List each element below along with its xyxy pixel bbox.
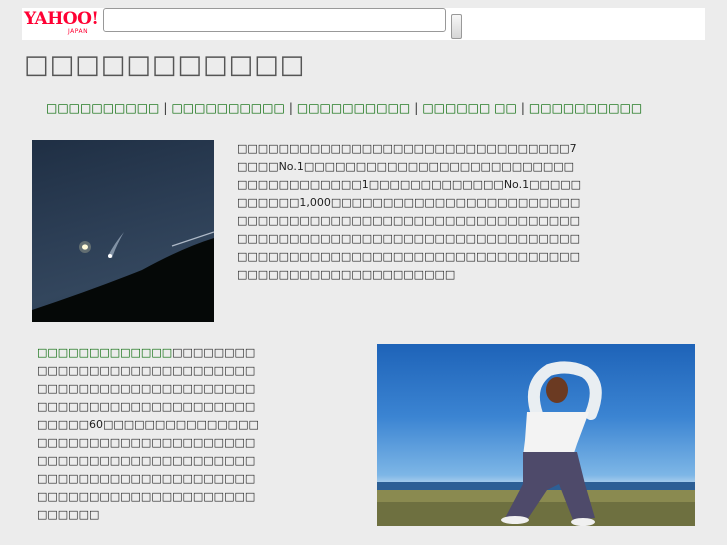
detail-link[interactable]: □□□□□□□□□□□□□ (37, 346, 172, 359)
search-input[interactable] (103, 8, 446, 32)
nav-link-2[interactable]: □□□□□□□□□□ (171, 101, 284, 115)
night-sky-image (32, 140, 214, 322)
stretching-person-photo (377, 344, 695, 526)
nav-separator: | (163, 101, 168, 115)
nav-separator: | (414, 101, 419, 115)
search-button[interactable] (451, 14, 462, 39)
nav-link-4[interactable]: □□□□□□ □□ (422, 101, 517, 115)
nav-separator: | (520, 101, 525, 115)
yahoo-logo-text: YAHOO! (24, 9, 99, 29)
detail-text: □□□□□□□□□□□□□□□□□□□□□□□□□□□□□□□□□□□□□□□□… (37, 346, 259, 521)
intro-paragraph: □□□□□□□□□□□□□□□□□□□□□□□□□□□□□□□□7□□□□No.… (237, 142, 582, 281)
yahoo-toolbar: YAHOO! JAPAN (22, 8, 705, 40)
nav-separator: | (288, 101, 293, 115)
yahoo-logo-sub: JAPAN (68, 28, 89, 35)
yahoo-logo[interactable]: YAHOO! JAPAN (24, 9, 100, 36)
nav-link-1[interactable]: □□□□□□□□□□ (46, 101, 159, 115)
nav-link-5[interactable]: □□□□□□□□□□ (529, 101, 642, 115)
page-title: □□□□□□□□□□□ (24, 50, 306, 80)
nav-links: □□□□□□□□□□ | □□□□□□□□□□ | □□□□□□□□□□ | □□□□□□ … (46, 101, 642, 115)
detail-paragraph: □□□□□□□□□□□□□□□□□□□□□□□□□□□□□□□□□□□□□□□□… (37, 344, 265, 524)
nav-link-3[interactable]: □□□□□□□□□□ (297, 101, 410, 115)
